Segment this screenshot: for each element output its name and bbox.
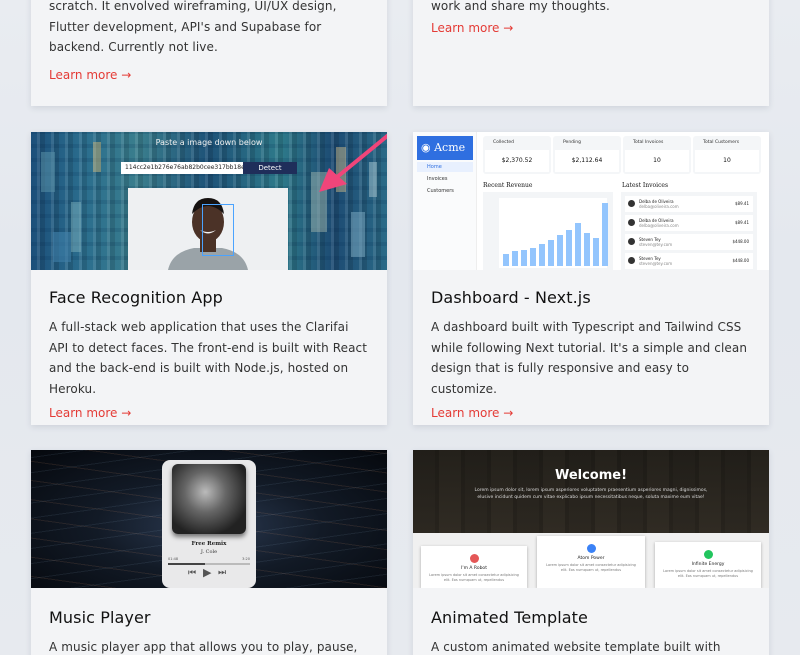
project-card-music-player: Free Remix J. Cole 01:48 3:20 ⏮ ▶ ⏭ Musi… — [31, 450, 387, 655]
song-title: Free Remix — [191, 541, 227, 547]
learn-more-link[interactable]: Learn more → — [431, 406, 513, 420]
feature-card-atom: Atom Power Lorem ipsum dolor sit amet co… — [537, 536, 645, 588]
song-artist: J. Cole — [200, 549, 218, 555]
rewind-icon[interactable]: ⏮ — [188, 568, 196, 578]
stat-pending: Pending $2,112.64 — [553, 136, 621, 174]
welcome-intro: Lorem ipsum dolor sit, lorem ipsum asper… — [474, 488, 708, 500]
invoice-row[interactable]: Delba de Oliveira delba@oliveira.com $89… — [625, 196, 753, 212]
latest-invoices-heading: Latest Invoices — [622, 182, 669, 189]
revenue-bar — [530, 247, 536, 266]
card-description: work and share my thoughts. — [431, 0, 610, 13]
nav-invoices[interactable]: Invoices — [417, 174, 473, 184]
invoice-row[interactable]: Steven Tey steven@tey.com $448.00 — [625, 234, 753, 250]
learn-more-link[interactable]: Learn more → — [49, 406, 131, 420]
revenue-bar — [548, 239, 554, 266]
avatar — [628, 219, 635, 226]
revenue-bar — [593, 237, 599, 266]
play-icon[interactable]: ▶ — [203, 566, 211, 579]
project-card-dashboard: ◉ Acme Home Invoices Customers Collected… — [413, 132, 769, 425]
music-player-thumbnail[interactable]: Free Remix J. Cole 01:48 3:20 ⏮ ▶ ⏭ — [31, 450, 387, 588]
card-description: scratch. It envolved wireframing, UI/UX … — [49, 0, 337, 54]
revenue-bar — [521, 250, 527, 266]
revenue-bar — [575, 223, 581, 266]
energy-icon — [703, 550, 713, 559]
face-bounding-box — [202, 204, 234, 256]
avatar — [628, 238, 635, 245]
card-description: A custom animated website template built… — [431, 640, 721, 654]
revenue-bar — [566, 229, 572, 266]
feature-card-robot: I'm A Robot Lorem ipsum dolor sit amet c… — [421, 546, 527, 588]
card-description: A music player app that allows you to pl… — [49, 640, 358, 654]
learn-more-link[interactable]: Learn more → — [431, 21, 513, 35]
dashboard-sidebar: ◉ Acme Home Invoices Customers — [413, 132, 477, 270]
stat-total-invoices: Total Invoices 10 — [623, 136, 691, 174]
acme-logo: ◉ Acme — [417, 136, 473, 160]
card-title: Face Recognition App — [49, 288, 223, 307]
player-widget: Free Remix J. Cole 01:48 3:20 ⏮ ▶ ⏭ — [162, 460, 256, 588]
album-cover — [172, 464, 246, 534]
card-title: Dashboard - Next.js — [431, 288, 591, 307]
time-total: 3:20 — [242, 557, 250, 561]
avatar — [628, 257, 635, 264]
invoice-row[interactable]: Delba de Oliveira delba@oliveira.com $89… — [625, 215, 753, 231]
card-description: A full-stack web application that uses t… — [49, 320, 368, 396]
invoices-list: Delba de Oliveira delba@oliveira.com $89… — [621, 192, 757, 270]
feature-card-energy: Infinite Energy Lorem ipsum dolor sit am… — [655, 542, 761, 588]
globe-icon: ◉ — [421, 141, 431, 154]
image-url-input[interactable]: 114cc2e1b276e76ab82b0cee317bb18e5f8f490d… — [121, 162, 243, 174]
forward-icon[interactable]: ⏭ — [218, 568, 226, 578]
arrow-icon — [319, 133, 387, 192]
time-elapsed: 01:48 — [168, 557, 179, 561]
revenue-bar — [503, 254, 509, 266]
stat-total-customers: Total Customers 10 — [693, 136, 761, 174]
revenue-chart — [483, 192, 613, 270]
revenue-bar — [512, 251, 518, 266]
detect-button[interactable]: Detect — [243, 162, 297, 174]
recent-revenue-heading: Recent Revenue — [483, 182, 533, 189]
dashboard-thumbnail[interactable]: ◉ Acme Home Invoices Customers Collected… — [413, 132, 769, 270]
revenue-bar — [584, 233, 590, 266]
atom-icon — [586, 544, 596, 553]
progress-bar[interactable] — [168, 563, 250, 565]
nav-home[interactable]: Home — [417, 162, 473, 172]
project-card-animated-template: Welcome! Lorem ipsum dolor sit, lorem ip… — [413, 450, 769, 655]
face-recognition-thumbnail[interactable]: Paste a image down below 114cc2e1b276e76… — [31, 132, 387, 270]
avatar — [628, 200, 635, 207]
nav-customers[interactable]: Customers — [417, 186, 473, 196]
card-title: Music Player — [49, 608, 151, 627]
welcome-heading: Welcome! — [554, 468, 628, 483]
card-title: Animated Template — [431, 608, 588, 627]
robot-icon — [469, 554, 479, 563]
invoice-row[interactable]: Steven Tey steven@tey.com $448.00 — [625, 253, 753, 269]
project-card-top-left: scratch. It envolved wireframing, UI/UX … — [31, 0, 387, 106]
project-card-top-right: work and share my thoughts. Learn more → — [413, 0, 769, 106]
project-card-face-recognition: Paste a image down below 114cc2e1b276e76… — [31, 132, 387, 425]
revenue-bar — [602, 202, 608, 266]
card-description: A dashboard built with Typescript and Ta… — [431, 320, 748, 396]
learn-more-link[interactable]: Learn more → — [49, 68, 131, 82]
revenue-bar — [539, 244, 545, 266]
revenue-bar — [557, 234, 563, 266]
stat-collected: Collected $2,370.52 — [483, 136, 551, 174]
animated-template-thumbnail[interactable]: Welcome! Lorem ipsum dolor sit, lorem ip… — [413, 450, 769, 588]
